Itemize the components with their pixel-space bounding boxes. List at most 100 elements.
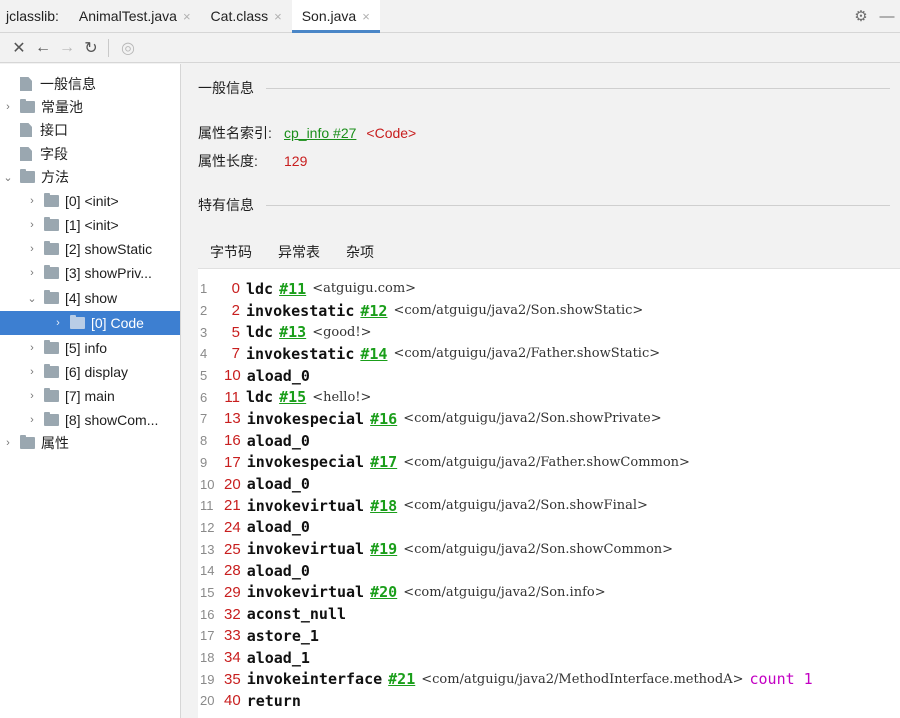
- chevron-down-icon[interactable]: ⌄: [26, 292, 38, 305]
- tree-node-method-4[interactable]: ⌄ [4] show: [0, 286, 180, 310]
- tree-node-method-3[interactable]: › [3] showPriv...: [0, 261, 180, 285]
- constant-pool-ref-link[interactable]: #13: [279, 323, 306, 341]
- file-icon: [20, 77, 32, 91]
- chevron-right-icon[interactable]: ›: [52, 317, 64, 329]
- bytecode-line[interactable]: 18 34 aload_1: [198, 647, 900, 669]
- opcode: invokespecial: [246, 453, 365, 472]
- opcode: aload_0: [246, 561, 310, 580]
- constant-pool-ref-link[interactable]: #16: [370, 410, 397, 428]
- tab-bytecode[interactable]: 字节码: [200, 236, 262, 272]
- chevron-right-icon[interactable]: ›: [26, 195, 38, 207]
- bytecode-line[interactable]: 16 32 aconst_null: [198, 603, 900, 625]
- constant-pool-ref-link[interactable]: #17: [370, 453, 397, 471]
- close-icon[interactable]: ×: [274, 9, 282, 24]
- bytecode-line[interactable]: 3 5 ldc #13 <good!>: [198, 321, 900, 343]
- tree-node-general-info[interactable]: 一般信息: [0, 72, 180, 96]
- bytecode-line[interactable]: 5 10 aload_0: [198, 365, 900, 387]
- bytecode-line[interactable]: 10 20 aload_0: [198, 473, 900, 495]
- opcode: invokespecial: [246, 409, 365, 428]
- close-icon[interactable]: ×: [362, 9, 370, 24]
- attribute-name-index-row: 属性名索引: cp_info #27 <Code>: [198, 123, 416, 143]
- forward-arrow-icon[interactable]: →: [56, 37, 78, 59]
- bytecode-line[interactable]: 11 21 invokevirtual #18 <com/atguigu/java2/S…: [198, 495, 900, 517]
- opcode: ldc: [246, 279, 274, 298]
- tree-node-method-6[interactable]: › [6] display: [0, 360, 180, 384]
- bytecode-line[interactable]: 1 0 ldc #11 <atguigu.com>: [198, 278, 900, 300]
- tab-animaltest[interactable]: AnimalTest.java ×: [69, 0, 201, 32]
- bytecode-view[interactable]: 1 0 ldc #11 <atguigu.com> 2 2 invokestatic #12 <c…: [198, 268, 900, 718]
- line-number: 11: [200, 498, 214, 514]
- tree-node-fields[interactable]: 字段: [0, 142, 180, 166]
- constant-pool-ref-link[interactable]: #15: [279, 388, 306, 406]
- tab-exception-table[interactable]: 异常表: [274, 236, 324, 268]
- line-number: 17: [200, 628, 215, 644]
- bytecode-line[interactable]: 2 2 invokestatic #12 <com/atguigu/java2/Son.…: [198, 300, 900, 322]
- tree-node-label: [8] showCom...: [65, 412, 159, 428]
- tree-node-attributes[interactable]: › 属性: [0, 431, 180, 455]
- chevron-right-icon[interactable]: ›: [26, 243, 38, 255]
- tree-node-method-8[interactable]: › [8] showCom...: [0, 408, 180, 432]
- minimize-icon[interactable]: —: [874, 0, 900, 32]
- tree-node-method-5[interactable]: › [5] info: [0, 336, 180, 360]
- bytecode-line[interactable]: 19 35 invokeinterface #21 <com/atguigu/java2…: [198, 668, 900, 690]
- tree-node-method-0[interactable]: › [0] <init>: [0, 189, 180, 213]
- gear-icon[interactable]: ⚙: [848, 0, 874, 32]
- tab-cat-class[interactable]: Cat.class ×: [201, 0, 292, 32]
- chevron-right-icon[interactable]: ›: [26, 219, 38, 231]
- line-number: 14: [200, 563, 215, 579]
- chevron-right-icon[interactable]: ›: [26, 267, 38, 279]
- bytecode-line[interactable]: 7 13 invokespecial #16 <com/atguigu/java2/So…: [198, 408, 900, 430]
- attribute-name-index-label: 属性名索引:: [198, 125, 272, 141]
- tree-node-interfaces[interactable]: 接口: [0, 118, 180, 142]
- toolbar: ✕ ← → ↻ ◎: [0, 34, 900, 63]
- constant-pool-ref-link[interactable]: #14: [360, 345, 387, 363]
- tree-node-label: 方法: [41, 169, 69, 185]
- constant-pool-ref-link[interactable]: #19: [370, 540, 397, 558]
- bytecode-offset: 24: [224, 518, 241, 536]
- tree-node-method-1[interactable]: › [1] <init>: [0, 213, 180, 237]
- bytecode-comment: <com/atguigu/java2/Son.showFinal>: [403, 498, 648, 514]
- tree-node-methods[interactable]: ⌄ 方法: [0, 165, 180, 189]
- bytecode-line[interactable]: 4 7 invokestatic #14 <com/atguigu/java2/Fath…: [198, 343, 900, 365]
- tree-node-method-2[interactable]: › [2] showStatic: [0, 237, 180, 261]
- browser-icon[interactable]: ◎: [117, 37, 139, 59]
- section-title: 特有信息: [198, 197, 254, 213]
- opcode: invokeinterface: [246, 670, 383, 689]
- constant-pool-ref-link[interactable]: #12: [360, 302, 387, 320]
- chevron-right-icon[interactable]: ›: [26, 366, 38, 378]
- chevron-right-icon[interactable]: ›: [2, 437, 14, 449]
- bytecode-line[interactable]: 6 11 ldc #15 <hello!>: [198, 386, 900, 408]
- chevron-right-icon[interactable]: ›: [26, 342, 38, 354]
- tab-misc[interactable]: 杂项: [342, 236, 378, 268]
- bytecode-line[interactable]: 9 17 invokespecial #17 <com/atguigu/java2/Fa…: [198, 452, 900, 474]
- tree-node-label: 接口: [40, 122, 68, 138]
- constant-pool-ref-link[interactable]: #18: [370, 497, 397, 515]
- bytecode-line[interactable]: 15 29 invokevirtual #20 <com/atguigu/java2/S…: [198, 582, 900, 604]
- reload-icon[interactable]: ↻: [80, 37, 102, 59]
- back-arrow-icon[interactable]: ←: [32, 37, 54, 59]
- attribute-length-label: 属性长度:: [198, 153, 258, 169]
- bytecode-line[interactable]: 20 40 return: [198, 690, 900, 712]
- line-number: 4: [200, 346, 208, 362]
- constant-pool-ref-link[interactable]: #21: [388, 670, 415, 688]
- bytecode-line[interactable]: 13 25 invokevirtual #19 <com/atguigu/java2/S…: [198, 538, 900, 560]
- bytecode-line[interactable]: 12 24 aload_0: [198, 517, 900, 539]
- bytecode-line[interactable]: 14 28 aload_0: [198, 560, 900, 582]
- close-icon[interactable]: ×: [183, 9, 191, 24]
- tree-node-method-7[interactable]: › [7] main: [0, 384, 180, 408]
- constant-pool-ref-link[interactable]: #20: [370, 583, 397, 601]
- chevron-right-icon[interactable]: ›: [2, 101, 14, 113]
- tree-node-label: [4] show: [65, 290, 118, 306]
- bytecode-line[interactable]: 17 33 astore_1: [198, 625, 900, 647]
- chevron-right-icon[interactable]: ›: [26, 414, 38, 426]
- close-icon[interactable]: ✕: [8, 37, 30, 59]
- bytecode-line[interactable]: 8 16 aload_0: [198, 430, 900, 452]
- chevron-right-icon[interactable]: ›: [26, 390, 38, 402]
- chevron-down-icon[interactable]: ⌄: [2, 171, 14, 184]
- tree-node-constant-pool[interactable]: › 常量池: [0, 95, 180, 119]
- tab-son-java[interactable]: Son.java ×: [291, 0, 380, 33]
- cp-info-link[interactable]: cp_info #27: [284, 125, 356, 141]
- constant-pool-ref-link[interactable]: #11: [279, 280, 306, 298]
- tree-node-code[interactable]: › [0] Code: [0, 311, 180, 335]
- folder-icon: [44, 265, 59, 279]
